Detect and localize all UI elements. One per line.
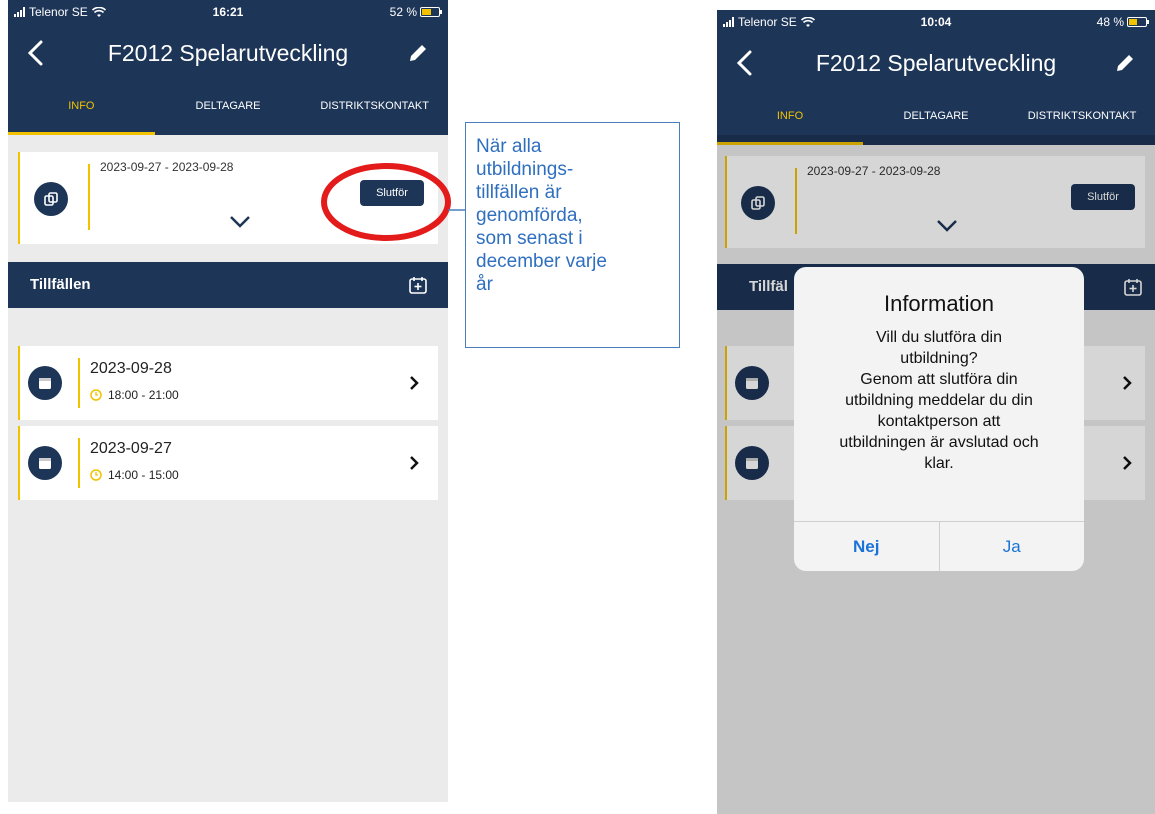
- dialog-message-line: utbildning?: [900, 350, 978, 367]
- tab-distriktskontakt[interactable]: DISTRIKTSKONTAKT: [301, 90, 448, 135]
- tab-deltagare[interactable]: DELTAGARE: [155, 90, 302, 135]
- page-title: F2012 Spelarutveckling: [107, 40, 349, 66]
- calendar-add-icon[interactable]: [408, 275, 428, 295]
- session-list-item[interactable]: 2023-09-28 18:00 - 21:00: [18, 346, 438, 420]
- calendar-icon: [28, 446, 62, 480]
- app-header: Telenor SE 10:04 48 % F2012 Spelarutveck…: [717, 10, 1155, 145]
- app-header: Telenor SE 16:21 52 % F2012 Spelarutveck…: [8, 0, 448, 135]
- dialog-message-line: klar.: [924, 455, 954, 472]
- session-time-row: 14:00 - 15:00: [90, 468, 179, 482]
- yes-button[interactable]: Ja: [940, 522, 1085, 571]
- dialog-message-line: utbildning meddelar du din: [845, 392, 1033, 409]
- clock-icon: [90, 469, 102, 481]
- status-bar: Telenor SE 16:21 52 %: [8, 0, 448, 26]
- status-bar: Telenor SE 10:04 48 %: [717, 10, 1155, 36]
- battery-percent: 52 %: [389, 5, 417, 19]
- confirm-dialog: Information Vill du slutföra din utbildn…: [794, 267, 1084, 571]
- sessions-title: Tillfällen: [30, 276, 91, 293]
- battery-icon: [1127, 17, 1149, 27]
- phone-screen-before: Telenor SE 16:21 52 % F2012 Spelarutveck…: [8, 0, 448, 802]
- finish-button[interactable]: Slutför: [360, 180, 424, 206]
- session-list-item[interactable]: 2023-09-27 14:00 - 15:00: [18, 426, 438, 500]
- divider: [88, 164, 90, 230]
- callout-line: år: [476, 274, 493, 295]
- dialog-message-line: Genom att slutföra din: [860, 371, 1018, 388]
- session-date: 2023-09-28: [90, 360, 172, 377]
- battery-icon: [420, 7, 442, 17]
- callout-line: utbildnings-: [476, 159, 574, 180]
- session-time-row: 18:00 - 21:00: [90, 388, 179, 402]
- callout-line: december varje: [476, 251, 607, 272]
- battery-percent: 48 %: [1096, 15, 1124, 29]
- dialog-message-line: Vill du slutföra din: [876, 329, 1002, 346]
- dialog-message-line: kontaktperson att: [877, 413, 1001, 430]
- session-time: 14:00 - 15:00: [108, 468, 179, 482]
- pencil-icon[interactable]: [1113, 51, 1137, 75]
- no-button[interactable]: Nej: [794, 522, 940, 571]
- pencil-icon[interactable]: [406, 41, 430, 65]
- calendar-icon: [28, 366, 62, 400]
- dialog-buttons: Nej Ja: [794, 521, 1084, 571]
- status-time: 16:21: [212, 5, 244, 19]
- course-info-card: 2023-09-27 - 2023-09-28 Slutför: [18, 152, 438, 244]
- chevron-right-icon: [410, 456, 419, 470]
- callout-line: tillfällen är: [476, 182, 562, 203]
- dialog-message-line: utbildningen är avslutad och: [839, 434, 1039, 451]
- status-time: 10:04: [920, 15, 952, 29]
- session-date: 2023-09-27: [90, 440, 172, 457]
- session-time: 18:00 - 21:00: [108, 388, 179, 402]
- tab-bar: INFO DELTAGARE DISTRIKTSKONTAKT: [8, 90, 448, 135]
- divider: [78, 438, 80, 488]
- sessions-header: Tillfällen: [8, 262, 448, 308]
- course-date-range: 2023-09-27 - 2023-09-28: [100, 160, 234, 174]
- tab-info[interactable]: INFO: [8, 90, 155, 135]
- clock-icon: [90, 389, 102, 401]
- callout-line: genomförda,: [476, 205, 583, 226]
- copy-icon: [34, 182, 68, 216]
- dialog-message: Vill du slutföra din utbildning? Genom a…: [806, 327, 1072, 474]
- instruction-callout: När alla utbildnings- tillfällen är geno…: [465, 122, 680, 348]
- divider: [78, 358, 80, 408]
- dialog-title: Information: [883, 291, 995, 316]
- callout-line: som senast i: [476, 228, 583, 249]
- page-title: F2012 Spelarutveckling: [815, 50, 1057, 76]
- chevron-right-icon: [410, 376, 419, 390]
- callout-line: När alla: [476, 136, 542, 157]
- chevron-down-icon[interactable]: [228, 214, 252, 230]
